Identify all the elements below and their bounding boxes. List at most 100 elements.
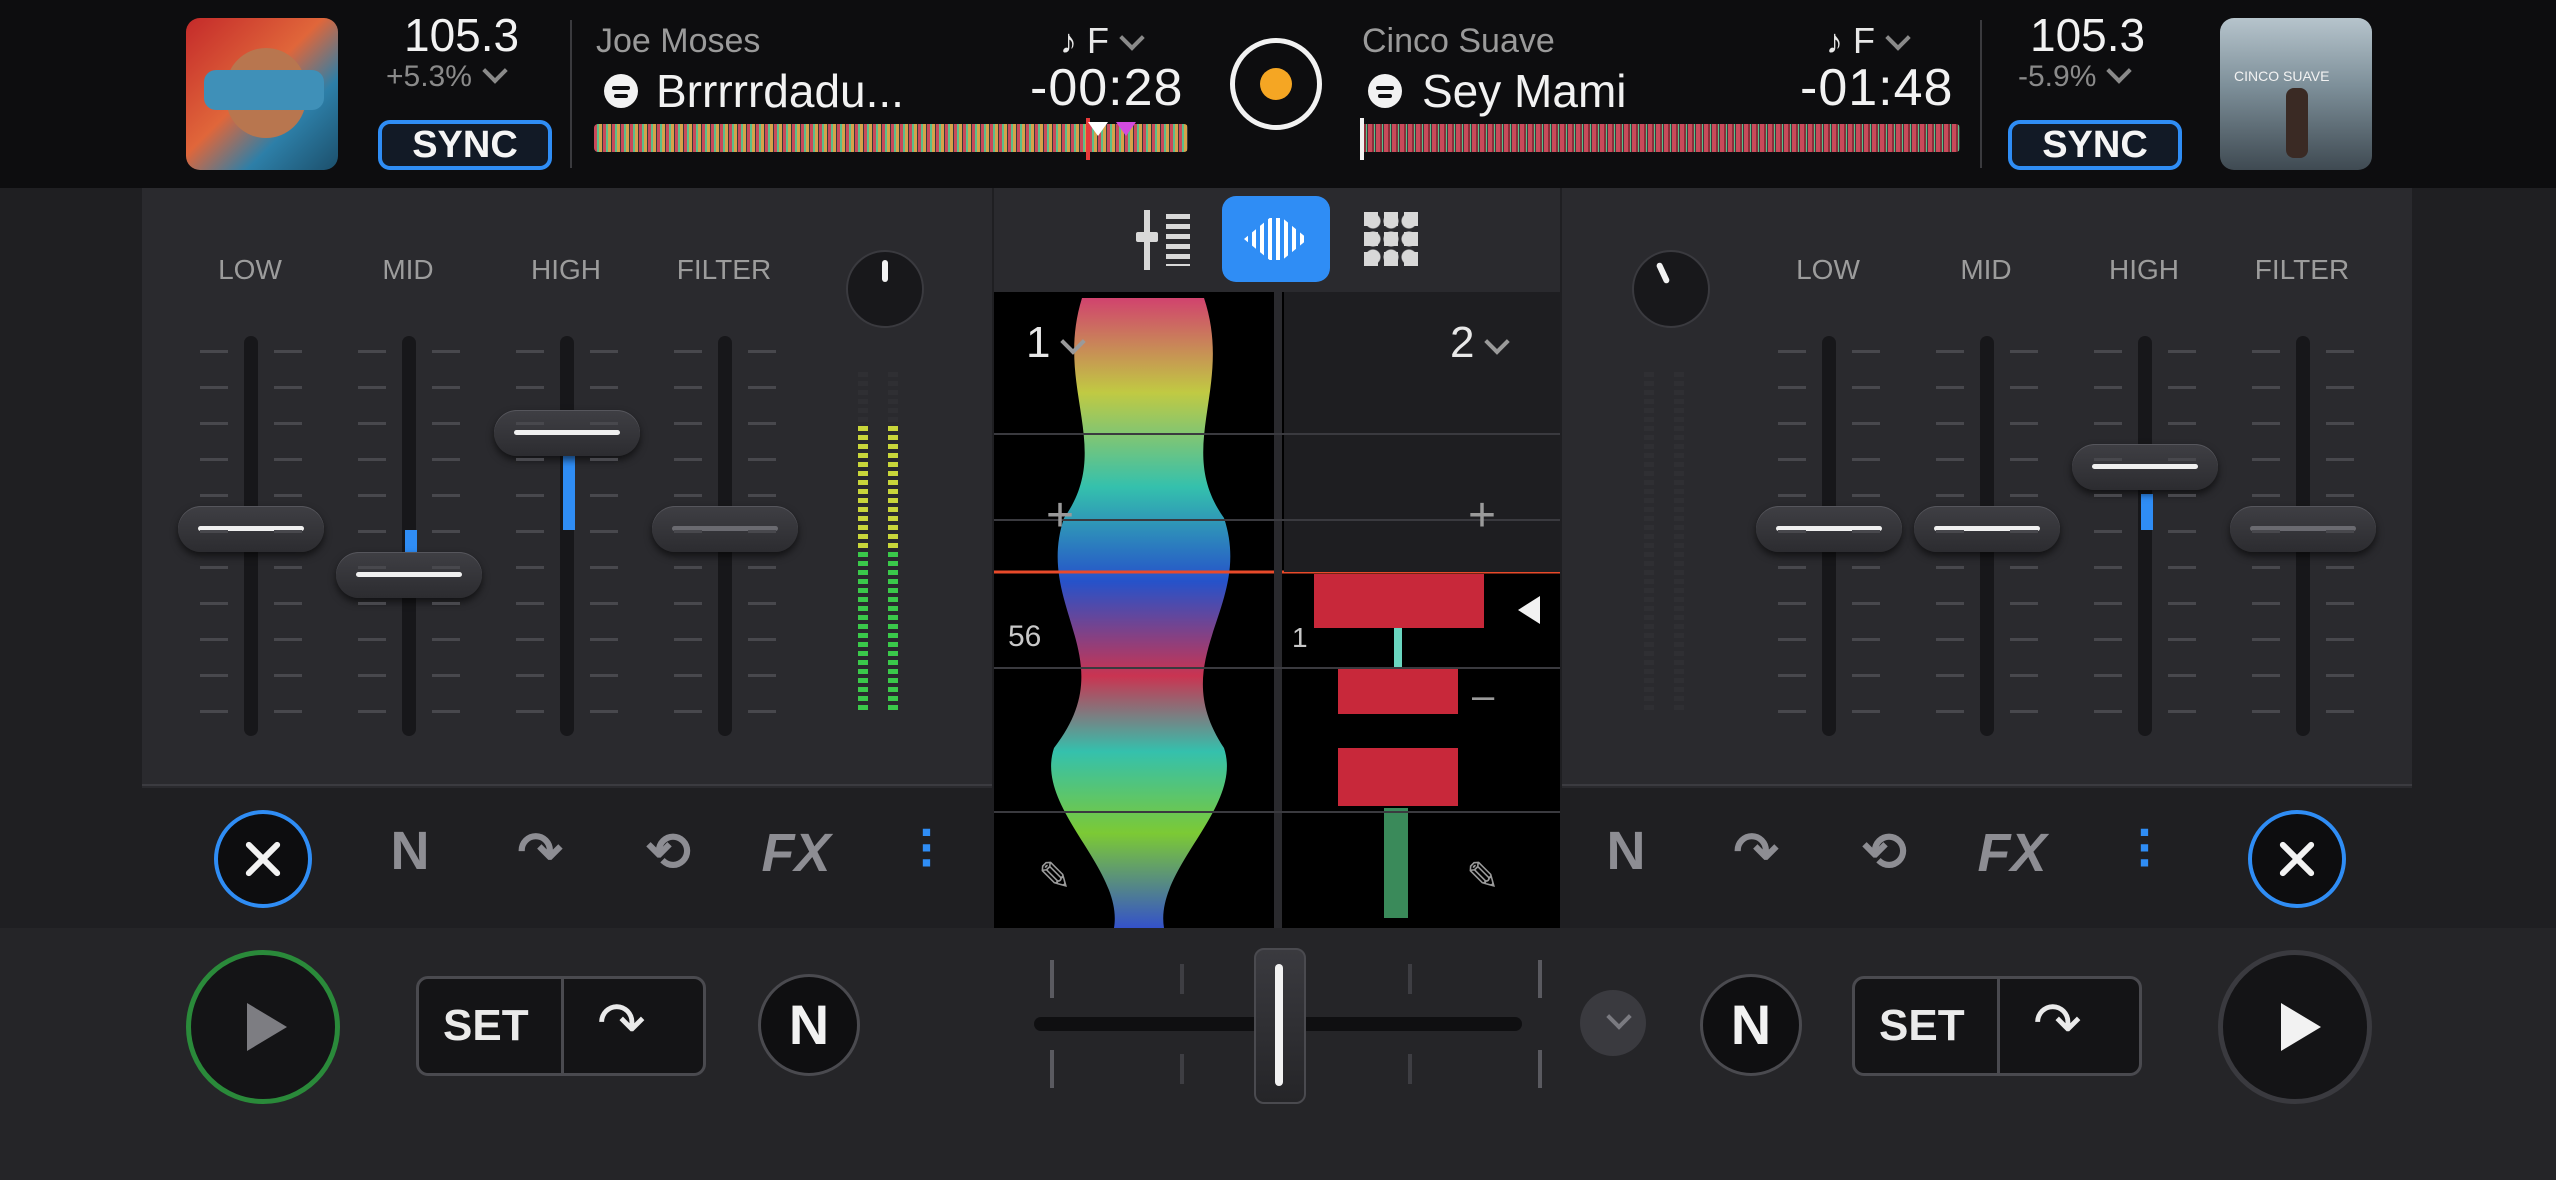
sync-button-right[interactable]: SYNC — [2008, 120, 2182, 170]
meter-segment — [888, 372, 898, 377]
filter-knob-right[interactable] — [2230, 506, 2376, 552]
zoom-out-icon[interactable]: – — [1472, 674, 1494, 719]
meter-segment — [1644, 417, 1654, 422]
eq-tick — [432, 602, 460, 605]
track-title-left[interactable]: Brrrrrdadu... — [656, 64, 904, 118]
eq-tick — [516, 530, 544, 533]
eq-tick — [2010, 350, 2038, 353]
filter-knob-left[interactable] — [652, 506, 798, 552]
deck-1-label: 1 — [1026, 318, 1051, 367]
eq-high-knob-left[interactable] — [494, 410, 640, 456]
zoom-in-icon-right[interactable]: + — [1468, 488, 1496, 543]
eq-tick — [2252, 350, 2280, 353]
gain-knob-left[interactable] — [846, 250, 924, 328]
eq-tick — [274, 674, 302, 677]
crossfader-options-button[interactable] — [1580, 990, 1646, 1056]
bpm-left: 105.3 — [404, 9, 520, 61]
eq-tick — [1936, 458, 1964, 461]
meter-segment — [1674, 543, 1684, 548]
set-cue-button-left[interactable]: SET — [443, 1001, 529, 1051]
eq-tick — [1852, 494, 1880, 497]
eq-tick — [1852, 566, 1880, 569]
neural-mix-button-left[interactable]: N — [758, 974, 860, 1076]
album-art-right[interactable]: CINCO SUAVE — [2220, 18, 2372, 170]
cue-jump-icon[interactable]: ↷ — [500, 820, 580, 883]
crossfader-tick — [1408, 1054, 1412, 1084]
close-deck-button-left[interactable] — [214, 810, 312, 908]
eq-tick — [516, 386, 544, 389]
eq-tick — [1852, 458, 1880, 461]
eq-high-track-left[interactable] — [560, 336, 574, 736]
cue-jump-icon[interactable]: ↷ — [1716, 820, 1796, 883]
deck-1-selector[interactable]: 1 — [1026, 318, 1087, 368]
eq-mid-knob-right[interactable] — [1914, 506, 2060, 552]
eq-low-knob-left[interactable] — [178, 506, 324, 552]
meter-segment — [858, 606, 868, 611]
eq-label-mid-right: MID — [1960, 254, 2012, 285]
crossfader-knob[interactable] — [1254, 948, 1306, 1104]
pencil-icon-left[interactable]: ✎ — [1038, 854, 1072, 900]
eq-high-knob-right[interactable] — [2072, 444, 2218, 490]
loop-icon[interactable]: ⟲ — [628, 820, 708, 883]
loop-icon[interactable]: ⟲ — [1844, 820, 1924, 883]
meter-segment — [1674, 408, 1684, 413]
meter-segment — [1674, 669, 1684, 674]
level-meter-right — [1644, 372, 1704, 722]
waveform-view[interactable]: 1 2 + + 56 1 – ✎ ✎ — [994, 188, 1560, 928]
play-icon — [247, 1003, 287, 1051]
eq-tick — [2168, 386, 2196, 389]
mini-waveform-right[interactable] — [1360, 124, 1960, 152]
eq-tick — [432, 638, 460, 641]
eq-high-track-right[interactable] — [2138, 336, 2152, 736]
eq-sliders-icon[interactable]: ⫶ — [2104, 820, 2184, 883]
neural-mix-button-right[interactable]: N — [1700, 974, 1802, 1076]
meter-segment — [1644, 471, 1654, 476]
play-icon — [2281, 1003, 2321, 1051]
eq-tick — [2252, 602, 2280, 605]
key-left[interactable]: ♪ F — [1060, 20, 1145, 62]
album-art-left[interactable] — [186, 18, 338, 170]
eq-sliders-icon[interactable]: ⫶ — [886, 820, 966, 883]
eq-tick — [2252, 674, 2280, 677]
pitch-left[interactable]: +5.3% — [386, 58, 508, 94]
zoom-in-icon-left[interactable]: + — [1046, 488, 1074, 543]
meter-segment — [858, 381, 868, 386]
tab-mixer[interactable] — [1132, 210, 1196, 270]
meter-segment — [888, 498, 898, 503]
pitch-right[interactable]: -5.9% — [2018, 58, 2133, 94]
eq-tick — [432, 386, 460, 389]
meter-segment — [1644, 516, 1654, 521]
eq-tick — [2168, 422, 2196, 425]
meter-segment — [888, 579, 898, 584]
gain-knob-right[interactable] — [1632, 250, 1710, 328]
deck-2-selector[interactable]: 2 — [1450, 318, 1511, 368]
eq-low-knob-right[interactable] — [1756, 506, 1902, 552]
fx-icon[interactable]: FX — [756, 822, 836, 884]
sync-button-left[interactable]: SYNC — [378, 120, 552, 170]
meter-segment — [1674, 678, 1684, 683]
eq-tick — [590, 350, 618, 353]
meter-segment — [1644, 534, 1654, 539]
jump-to-cue-icon[interactable]: ↷ — [2033, 989, 2082, 1057]
play-button-right[interactable] — [2218, 950, 2372, 1104]
key-right[interactable]: ♪ F — [1826, 20, 1911, 62]
pencil-icon-right[interactable]: ✎ — [1466, 854, 1500, 900]
jump-to-cue-icon[interactable]: ↷ — [597, 989, 646, 1057]
meter-segment — [888, 705, 898, 710]
play-button-left[interactable] — [186, 950, 340, 1104]
neural-mix-icon[interactable]: N — [1586, 820, 1666, 882]
eq-label-high-left: HIGH — [531, 254, 601, 285]
tab-waveform[interactable] — [1222, 196, 1330, 282]
fx-icon[interactable]: FX — [1972, 822, 2052, 884]
tab-pads[interactable] — [1364, 212, 1418, 266]
divider — [1980, 20, 1982, 168]
eq-tick — [1778, 638, 1806, 641]
eq-tick — [674, 494, 702, 497]
close-deck-button-right[interactable] — [2248, 810, 2346, 908]
meter-segment — [888, 489, 898, 494]
track-title-right[interactable]: Sey Mami — [1422, 64, 1626, 118]
record-button[interactable] — [1230, 38, 1322, 130]
neural-mix-icon[interactable]: N — [370, 820, 450, 882]
set-cue-button-right[interactable]: SET — [1879, 1001, 1965, 1051]
eq-mid-knob-left[interactable] — [336, 552, 482, 598]
